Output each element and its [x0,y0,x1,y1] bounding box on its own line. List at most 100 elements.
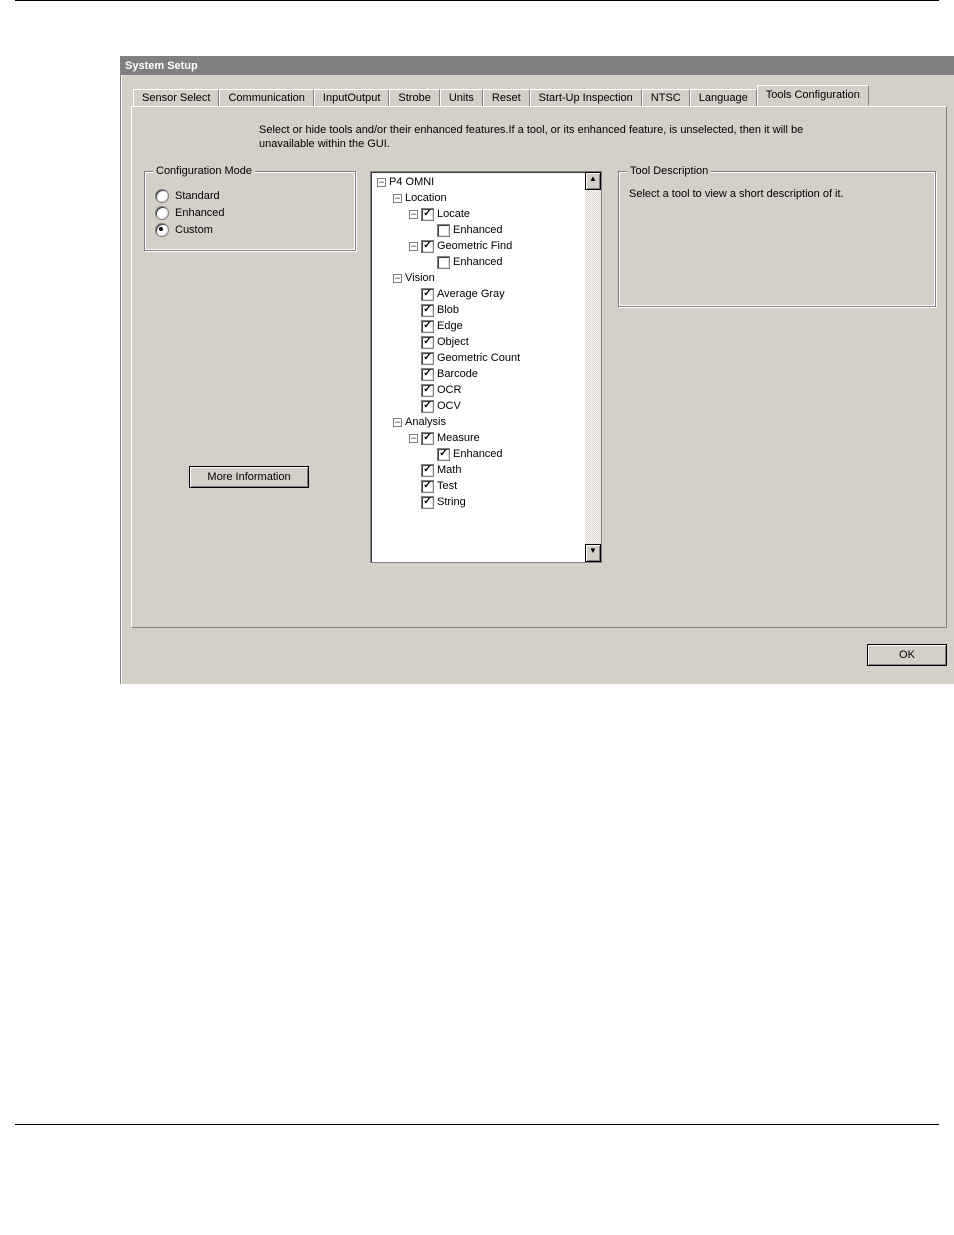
tab-strobe[interactable]: Strobe [389,89,439,107]
checkbox-icon[interactable]: ✓ [421,400,434,413]
tree-scrollbar[interactable]: ▲ ▼ [585,172,601,562]
tree-math-label: Math [437,464,461,476]
left-column: Configuration Mode Standard Enhanced Cus… [144,171,354,488]
more-information-button[interactable]: More Information [189,466,309,488]
expand-icon[interactable]: − [393,418,402,427]
checkbox-icon[interactable] [437,256,450,269]
tab-communication[interactable]: Communication [219,89,313,107]
window-title: System Setup [121,57,954,75]
tree-viewport: − P4 OMNI − Location [371,172,585,562]
tree-geometric-count-label: Geometric Count [437,352,520,364]
tree-barcode[interactable]: ✓Barcode [409,366,583,382]
tools-configuration-panel: Select or hide tools and/or their enhanc… [131,106,947,628]
radio-standard[interactable]: Standard [155,189,345,203]
tree-measure-enhanced[interactable]: ✓Enhanced [425,446,583,462]
tree-object[interactable]: ✓Object [409,334,583,350]
checkbox-icon[interactable]: ✓ [421,352,434,365]
configuration-mode-group: Configuration Mode Standard Enhanced Cus… [144,171,356,251]
expand-icon[interactable]: − [409,210,418,219]
tree-string[interactable]: ✓String [409,494,583,510]
radio-enhanced-indicator [155,206,169,220]
tools-tree: − P4 OMNI − Location [370,171,602,563]
tree-ocv[interactable]: ✓OCV [409,398,583,414]
checkbox-icon[interactable]: ✓ [421,368,434,381]
tree-measure-enhanced-label: Enhanced [453,448,503,460]
expand-icon[interactable]: − [393,274,402,283]
radio-standard-indicator [155,189,169,203]
scroll-up-button[interactable]: ▲ [585,172,601,190]
tree-measure-label: Measure [437,432,480,444]
tab-sensor-select[interactable]: Sensor Select [133,89,219,107]
checkbox-icon[interactable]: ✓ [421,496,434,509]
instructions-text: Select or hide tools and/or their enhanc… [259,123,819,151]
radio-enhanced-label: Enhanced [175,207,225,219]
tree-locate[interactable]: − ✓ Locate [409,206,583,238]
checkbox-icon[interactable] [437,224,450,237]
expand-icon[interactable]: − [393,194,402,203]
checkbox-icon[interactable]: ✓ [421,240,434,253]
content-columns: Configuration Mode Standard Enhanced Cus… [144,171,936,563]
tree-geometric-find-enhanced[interactable]: Enhanced [425,254,583,270]
checkbox-icon[interactable]: ✓ [421,320,434,333]
tab-reset[interactable]: Reset [483,89,530,107]
tree-location-label: Location [405,192,447,204]
configuration-mode-legend: Configuration Mode [153,165,255,177]
tree-blob[interactable]: ✓Blob [409,302,583,318]
tree-geometric-find-enhanced-label: Enhanced [453,256,503,268]
tree-blob-label: Blob [437,304,459,316]
checkbox-icon[interactable]: ✓ [421,480,434,493]
tree-location[interactable]: − Location − ✓ [393,190,583,270]
tree-edge-label: Edge [437,320,463,332]
ok-button[interactable]: OK [867,644,947,666]
tree-test[interactable]: ✓Test [409,478,583,494]
tree-ocr-label: OCR [437,384,461,396]
radio-custom[interactable]: Custom [155,223,345,237]
tab-tools-configuration[interactable]: Tools Configuration [757,85,869,106]
tree-average-gray-label: Average Gray [437,288,505,300]
expand-icon[interactable]: − [409,434,418,443]
checkbox-icon[interactable]: ✓ [437,448,450,461]
tree-root[interactable]: − P4 OMNI − Location [377,174,583,510]
tree-vision-label: Vision [405,272,435,284]
checkbox-icon[interactable]: ✓ [421,288,434,301]
radio-custom-indicator [155,223,169,237]
radio-enhanced[interactable]: Enhanced [155,206,345,220]
tab-units[interactable]: Units [440,89,483,107]
tab-inputoutput[interactable]: InputOutput [314,89,390,107]
tree-barcode-label: Barcode [437,368,478,380]
scroll-track[interactable] [585,190,601,544]
checkbox-icon[interactable]: ✓ [421,208,434,221]
tree-average-gray[interactable]: ✓Average Gray [409,286,583,302]
checkbox-icon[interactable]: ✓ [421,304,434,317]
checkbox-icon[interactable]: ✓ [421,336,434,349]
tab-language[interactable]: Language [690,89,757,107]
expand-icon[interactable]: − [377,178,386,187]
tree-analysis[interactable]: − Analysis − ✓ [393,414,583,510]
client-area: Sensor Select Communication InputOutput … [121,75,954,684]
dialog-button-bar: OK [131,628,947,676]
tree-geometric-find[interactable]: − ✓ Geometric Find [409,238,583,270]
tool-description-text: Select a tool to view a short descriptio… [629,186,925,200]
tree-geometric-count[interactable]: ✓Geometric Count [409,350,583,366]
checkbox-icon[interactable]: ✓ [421,432,434,445]
page-top-rule [15,0,939,1]
tree-analysis-label: Analysis [405,416,446,428]
tree-test-label: Test [437,480,457,492]
tab-ntsc[interactable]: NTSC [642,89,690,107]
tree-math[interactable]: ✓Math [409,462,583,478]
tab-startup-inspection[interactable]: Start-Up Inspection [530,89,642,107]
tree-locate-label: Locate [437,208,470,220]
tree-edge[interactable]: ✓Edge [409,318,583,334]
tree-measure[interactable]: − ✓ Measure ✓Enhanced [409,430,583,462]
scroll-down-button[interactable]: ▼ [585,544,601,562]
expand-icon[interactable]: − [409,242,418,251]
tree-ocr[interactable]: ✓OCR [409,382,583,398]
tree-vision[interactable]: − Vision ✓Average Gray ✓Blob ✓Edge ✓Obje… [393,270,583,414]
checkbox-icon[interactable]: ✓ [421,464,434,477]
tree-object-label: Object [437,336,469,348]
tree-locate-enhanced-label: Enhanced [453,224,503,236]
tree-locate-enhanced[interactable]: Enhanced [425,222,583,238]
tree-geometric-find-label: Geometric Find [437,240,512,252]
page-bottom-rule [15,1124,939,1125]
checkbox-icon[interactable]: ✓ [421,384,434,397]
